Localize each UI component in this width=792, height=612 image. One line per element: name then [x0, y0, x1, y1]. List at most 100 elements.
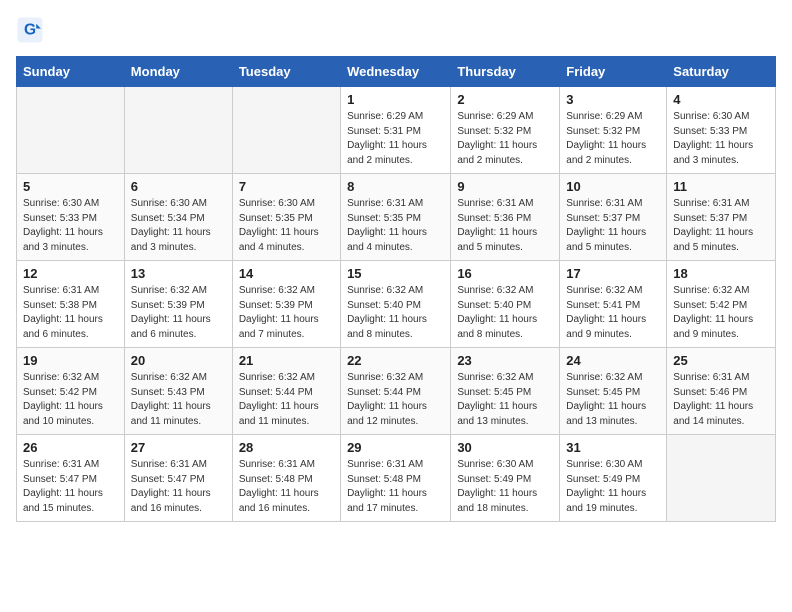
- calendar-cell: 13 Sunrise: 6:32 AM Sunset: 5:39 PM Dayli…: [124, 261, 232, 348]
- day-number: 31: [566, 440, 660, 455]
- calendar-cell: 25Sunrise: 6:31 AM Sunset: 5:46 PM Dayli…: [667, 348, 776, 435]
- day-info: Sunrise: 6:31 AM Sunset: 5:48 PM Dayligh…: [347, 458, 444, 516]
- calendar-cell: 22 Sunrise: 6:32 AM Sunset: 5:44 PM Dayli…: [341, 348, 451, 435]
- calendar-cell: 30Sunrise: 6:30 AM Sunset: 5:49 PM Dayli…: [451, 435, 560, 522]
- calendar-cell: 17 Sunrise: 6:32 AM Sunset: 5:41 PM Dayli…: [560, 261, 667, 348]
- calendar-cell: 31 Sunrise: 6:30 AM Sunset: 5:49 PM Dayli…: [560, 435, 667, 522]
- day-number: 19: [23, 353, 118, 368]
- day-info: Sunrise: 6:32 AM Sunset: 5:42 PM Dayligh…: [673, 284, 769, 342]
- calendar-cell: 20 Sunrise: 6:32 AM Sunset: 5:43 PM Dayli…: [124, 348, 232, 435]
- day-info: Sunrise: 6:32 AM Sunset: 5:45 PM Dayligh…: [457, 371, 553, 429]
- day-number: 22: [347, 353, 444, 368]
- calendar-week-2: 5Sunrise: 6:30 AM Sunset: 5:33 PM Daylig…: [17, 174, 776, 261]
- calendar-cell: 23 Sunrise: 6:32 AM Sunset: 5:45 PM Dayli…: [451, 348, 560, 435]
- calendar-cell: 16Sunrise: 6:32 AM Sunset: 5:40 PM Dayli…: [451, 261, 560, 348]
- day-info: Sunrise: 6:31 AM Sunset: 5:47 PM Dayligh…: [131, 458, 226, 516]
- day-number: 1: [347, 92, 444, 107]
- day-info: Sunrise: 6:31 AM Sunset: 5:35 PM Dayligh…: [347, 197, 444, 255]
- calendar-cell: 19 Sunrise: 6:32 AM Sunset: 5:42 PM Dayli…: [17, 348, 125, 435]
- day-number: 11: [673, 179, 769, 194]
- day-number: 3: [566, 92, 660, 107]
- calendar-cell: 27 Sunrise: 6:31 AM Sunset: 5:47 PM Dayli…: [124, 435, 232, 522]
- weekday-header-thursday: Thursday: [451, 57, 560, 87]
- day-info: Sunrise: 6:32 AM Sunset: 5:44 PM Dayligh…: [239, 371, 334, 429]
- calendar-cell: 7Sunrise: 6:30 AM Sunset: 5:35 PM Daylig…: [232, 174, 340, 261]
- weekday-header-monday: Monday: [124, 57, 232, 87]
- calendar-week-4: 19 Sunrise: 6:32 AM Sunset: 5:42 PM Dayli…: [17, 348, 776, 435]
- day-number: 14: [239, 266, 334, 281]
- calendar-cell: 6 Sunrise: 6:30 AM Sunset: 5:34 PM Daylig…: [124, 174, 232, 261]
- calendar-cell: 18 Sunrise: 6:32 AM Sunset: 5:42 PM Dayli…: [667, 261, 776, 348]
- day-number: 24: [566, 353, 660, 368]
- day-info: Sunrise: 6:30 AM Sunset: 5:49 PM Dayligh…: [566, 458, 660, 516]
- calendar-week-5: 26 Sunrise: 6:31 AM Sunset: 5:47 PM Dayli…: [17, 435, 776, 522]
- day-info: Sunrise: 6:32 AM Sunset: 5:39 PM Dayligh…: [131, 284, 226, 342]
- day-number: 5: [23, 179, 118, 194]
- day-number: 27: [131, 440, 226, 455]
- calendar-cell: 15Sunrise: 6:32 AM Sunset: 5:40 PM Dayli…: [341, 261, 451, 348]
- calendar-cell: 24 Sunrise: 6:32 AM Sunset: 5:45 PM Dayli…: [560, 348, 667, 435]
- logo: G: [16, 16, 48, 44]
- day-info: Sunrise: 6:31 AM Sunset: 5:37 PM Dayligh…: [673, 197, 769, 255]
- calendar-cell: 2 Sunrise: 6:29 AM Sunset: 5:32 PM Daylig…: [451, 87, 560, 174]
- day-number: 28: [239, 440, 334, 455]
- svg-text:G: G: [24, 22, 36, 39]
- day-number: 20: [131, 353, 226, 368]
- day-number: 26: [23, 440, 118, 455]
- calendar-cell: [124, 87, 232, 174]
- weekday-header-saturday: Saturday: [667, 57, 776, 87]
- day-info: Sunrise: 6:32 AM Sunset: 5:44 PM Dayligh…: [347, 371, 444, 429]
- day-number: 18: [673, 266, 769, 281]
- day-number: 13: [131, 266, 226, 281]
- calendar-week-3: 12 Sunrise: 6:31 AM Sunset: 5:38 PM Dayli…: [17, 261, 776, 348]
- calendar-cell: 14Sunrise: 6:32 AM Sunset: 5:39 PM Dayli…: [232, 261, 340, 348]
- logo-icon: G: [16, 16, 44, 44]
- page-header: G: [16, 16, 776, 44]
- calendar-cell: 5Sunrise: 6:30 AM Sunset: 5:33 PM Daylig…: [17, 174, 125, 261]
- day-info: Sunrise: 6:31 AM Sunset: 5:37 PM Dayligh…: [566, 197, 660, 255]
- day-number: 23: [457, 353, 553, 368]
- calendar-cell: [17, 87, 125, 174]
- day-info: Sunrise: 6:32 AM Sunset: 5:43 PM Dayligh…: [131, 371, 226, 429]
- calendar-cell: 10Sunrise: 6:31 AM Sunset: 5:37 PM Dayli…: [560, 174, 667, 261]
- day-number: 4: [673, 92, 769, 107]
- calendar-cell: 29 Sunrise: 6:31 AM Sunset: 5:48 PM Dayli…: [341, 435, 451, 522]
- day-number: 16: [457, 266, 553, 281]
- day-number: 17: [566, 266, 660, 281]
- calendar-cell: [667, 435, 776, 522]
- day-info: Sunrise: 6:32 AM Sunset: 5:42 PM Dayligh…: [23, 371, 118, 429]
- weekday-header-friday: Friday: [560, 57, 667, 87]
- calendar-cell: 28 Sunrise: 6:31 AM Sunset: 5:48 PM Dayli…: [232, 435, 340, 522]
- weekday-header-wednesday: Wednesday: [341, 57, 451, 87]
- day-number: 29: [347, 440, 444, 455]
- calendar-cell: [232, 87, 340, 174]
- day-number: 2: [457, 92, 553, 107]
- day-info: Sunrise: 6:32 AM Sunset: 5:41 PM Dayligh…: [566, 284, 660, 342]
- day-number: 6: [131, 179, 226, 194]
- day-info: Sunrise: 6:31 AM Sunset: 5:38 PM Dayligh…: [23, 284, 118, 342]
- day-info: Sunrise: 6:31 AM Sunset: 5:46 PM Dayligh…: [673, 371, 769, 429]
- calendar-cell: 4 Sunrise: 6:30 AM Sunset: 5:33 PM Daylig…: [667, 87, 776, 174]
- calendar-table: SundayMondayTuesdayWednesdayThursdayFrid…: [16, 56, 776, 522]
- day-info: Sunrise: 6:30 AM Sunset: 5:35 PM Dayligh…: [239, 197, 334, 255]
- day-info: Sunrise: 6:31 AM Sunset: 5:48 PM Dayligh…: [239, 458, 334, 516]
- weekday-header-sunday: Sunday: [17, 57, 125, 87]
- day-number: 15: [347, 266, 444, 281]
- calendar-cell: 8Sunrise: 6:31 AM Sunset: 5:35 PM Daylig…: [341, 174, 451, 261]
- day-number: 12: [23, 266, 118, 281]
- calendar-week-1: 1Sunrise: 6:29 AM Sunset: 5:31 PM Daylig…: [17, 87, 776, 174]
- day-info: Sunrise: 6:29 AM Sunset: 5:32 PM Dayligh…: [566, 110, 660, 168]
- day-info: Sunrise: 6:29 AM Sunset: 5:32 PM Dayligh…: [457, 110, 553, 168]
- day-info: Sunrise: 6:32 AM Sunset: 5:45 PM Dayligh…: [566, 371, 660, 429]
- calendar-cell: 11 Sunrise: 6:31 AM Sunset: 5:37 PM Dayli…: [667, 174, 776, 261]
- weekday-header-row: SundayMondayTuesdayWednesdayThursdayFrid…: [17, 57, 776, 87]
- day-number: 21: [239, 353, 334, 368]
- day-info: Sunrise: 6:30 AM Sunset: 5:34 PM Dayligh…: [131, 197, 226, 255]
- calendar-cell: 12 Sunrise: 6:31 AM Sunset: 5:38 PM Dayli…: [17, 261, 125, 348]
- day-info: Sunrise: 6:30 AM Sunset: 5:33 PM Dayligh…: [673, 110, 769, 168]
- weekday-header-tuesday: Tuesday: [232, 57, 340, 87]
- calendar-cell: 26Sunrise: 6:31 AM Sunset: 5:47 PM Dayli…: [17, 435, 125, 522]
- calendar-cell: 1Sunrise: 6:29 AM Sunset: 5:31 PM Daylig…: [341, 87, 451, 174]
- day-info: Sunrise: 6:31 AM Sunset: 5:36 PM Dayligh…: [457, 197, 553, 255]
- day-number: 30: [457, 440, 553, 455]
